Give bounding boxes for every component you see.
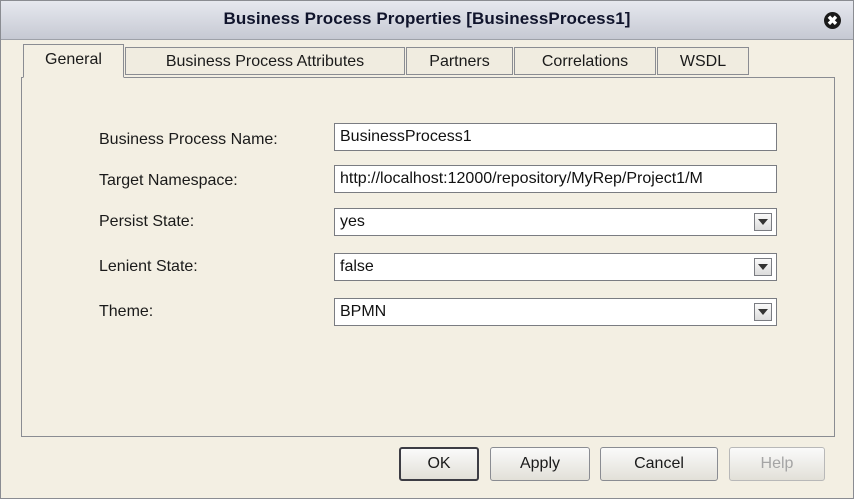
business-process-name-label: Business Process Name: (99, 131, 278, 148)
persist-state-label: Persist State: (99, 213, 195, 230)
theme-label: Theme: (99, 303, 154, 320)
theme-value: BPMN (340, 303, 387, 320)
apply-button[interactable]: Apply (490, 447, 590, 481)
chevron-down-icon[interactable] (754, 213, 772, 231)
persist-state-select[interactable]: yes (334, 208, 777, 236)
target-namespace-input[interactable]: http://localhost:12000/repository/MyRep/… (334, 165, 777, 193)
chevron-down-icon[interactable] (754, 258, 772, 276)
lenient-state-label: Lenient State: (99, 258, 198, 275)
chevron-down-icon[interactable] (754, 303, 772, 321)
properties-dialog: Business Process Properties [BusinessPro… (0, 0, 854, 499)
dialog-title: Business Process Properties [BusinessPro… (223, 9, 631, 28)
tab-wsdl[interactable]: WSDL (657, 47, 749, 75)
tab-correlations[interactable]: Correlations (514, 47, 656, 75)
tab-business-process-attributes[interactable]: Business Process Attributes (125, 47, 405, 75)
target-namespace-label: Target Namespace: (99, 172, 238, 189)
lenient-state-select[interactable]: false (334, 253, 777, 281)
help-button: Help (729, 447, 825, 481)
tab-general[interactable]: General (23, 44, 124, 78)
business-process-name-input[interactable]: BusinessProcess1 (334, 123, 777, 151)
theme-select[interactable]: BPMN (334, 298, 777, 326)
ok-button[interactable]: OK (399, 447, 479, 481)
lenient-state-value: false (340, 258, 374, 275)
title-bar[interactable]: Business Process Properties [BusinessPro… (1, 1, 853, 40)
persist-state-value: yes (340, 213, 365, 230)
cancel-button[interactable]: Cancel (600, 447, 718, 481)
tab-partners[interactable]: Partners (406, 47, 513, 75)
close-icon[interactable]: ✖ (824, 12, 841, 29)
